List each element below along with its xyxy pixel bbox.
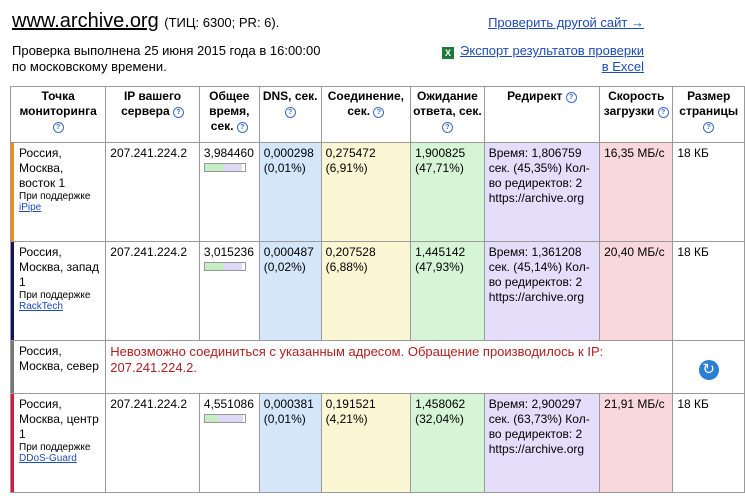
table-row: Россия, Москва, центр 1 При поддержке DDo… [9,393,745,493]
provider-stripe [11,242,14,340]
check-time: Проверка выполнена 25 июня 2015 года в 1… [12,43,320,75]
total-cell: 4,551086 [198,393,260,493]
size-cell: 18 КБ [672,142,745,242]
dns-cell: 0,000298 (0,01%) [258,142,322,242]
col-dns: DNS, сек. ? [258,86,322,143]
site-meta: (ТИЦ: 6300; PR: 6). [164,15,280,30]
conn-cell: 0,275472 (6,91%) [320,142,412,242]
timing-bar [203,262,246,271]
table-header: Точка мониторинга ? IP вашего сервера ? … [9,86,745,143]
wait-cell: 1,445142 (47,93%) [410,241,485,341]
col-point: Точка мониторинга ? [9,86,107,143]
export-link[interactable]: Экспорт результатов проверки [460,43,644,58]
dns-cell: 0,000381 (0,01%) [258,393,322,493]
ip-cell: 207.241.224.2 [105,393,200,493]
wait-cell: 1,458062 (32,04%) [410,393,485,493]
export-link-excel[interactable]: в Excel [602,59,644,74]
help-icon[interactable]: ? [657,107,669,118]
error-message: Невозможно соединиться с указанным адрес… [105,340,674,394]
site-name[interactable]: www.archive.org [12,10,159,32]
total-cell: 3,984460 [198,142,260,242]
excel-icon[interactable]: X [442,47,455,59]
monitor-point: Россия, Москва, запад 1 При поддержке Rac… [9,241,107,341]
table-row: Россия, Москва, запад 1 При поддержке Rac… [9,241,745,341]
export-block: X Экспорт результатов проверки в Excel [442,43,644,75]
col-redirect: Редирект ? [483,86,601,143]
help-icon[interactable]: ? [373,107,385,118]
help-icon[interactable]: ? [173,107,184,118]
sponsor-link[interactable]: iPipe [19,202,41,213]
monitor-point: Россия, Москва, восток 1 При поддержке iP… [9,142,107,242]
check-other-link[interactable]: Проверить другой сайт → [488,15,644,30]
provider-stripe [11,394,14,492]
monitor-point: Россия, Москва, центр 1 При поддержке DDo… [9,393,107,493]
speed-cell: 20,40 МБ/с [599,241,674,341]
col-size: Размер страницы ? [672,86,745,143]
results-table: Точка мониторинга ? IP вашего сервера ? … [9,86,745,493]
check-time-line1: Проверка выполнена 25 июня 2015 года в 1… [12,43,321,58]
help-icon[interactable]: ? [441,122,453,133]
monitor-point: Россия, Москва, север [9,340,107,394]
conn-cell: 0,207528 (6,88%) [320,241,412,341]
size-cell: 18 КБ [672,393,745,493]
total-cell: 3,015236 [198,241,260,341]
size-cell: 18 КБ [672,241,745,341]
help-icon[interactable]: ? [52,122,64,133]
timing-bar [203,163,246,172]
col-ip: IP вашего сервера ? [105,86,200,143]
col-wait: Ожидание ответа, сек. ? [410,86,485,143]
sponsor-link[interactable]: RackTech [19,301,63,312]
help-icon[interactable]: ? [236,122,248,133]
table-row: Россия, Москва, север Невозможно соедини… [9,340,745,394]
provider-stripe [11,341,14,393]
site-heading: www.archive.org (ТИЦ: 6300; PR: 6). [12,10,279,33]
speed-cell: 16,35 МБ/с [599,142,674,242]
wait-cell: 1,900825 (47,71%) [410,142,485,242]
ip-cell: 207.241.224.2 [105,241,200,341]
redirect-cell: Время: 1,361208 сек. (45,14%) Кол-во ред… [483,241,601,341]
timing-bar [203,414,246,423]
col-speed: Скорость загрузки ? [599,86,674,143]
redirect-cell: Время: 2,900297 сек. (63,73%) Кол-во ред… [483,393,601,493]
redirect-cell: Время: 1,806759 сек. (45,35%) Кол-во ред… [483,142,601,242]
help-icon[interactable]: ? [565,92,577,103]
provider-stripe [11,143,14,241]
help-icon[interactable]: ? [284,107,296,118]
conn-cell: 0,191521 (4,21%) [320,393,412,493]
col-total: Общее время, сек. ? [198,86,260,143]
sponsor-link[interactable]: DDoS-Guard [19,453,77,464]
speed-cell: 21,91 МБ/с [599,393,674,493]
table-row: Россия, Москва, восток 1 При поддержке iP… [9,142,745,242]
ip-cell: 207.241.224.2 [105,142,200,242]
help-icon[interactable]: ? [703,122,715,133]
refresh-cell: ↻ [672,340,745,394]
check-time-line2: по московскому времени. [12,59,167,74]
dns-cell: 0,000487 (0,02%) [258,241,322,341]
refresh-icon[interactable]: ↻ [698,360,719,380]
col-conn: Соединение, сек. ? [320,86,412,143]
